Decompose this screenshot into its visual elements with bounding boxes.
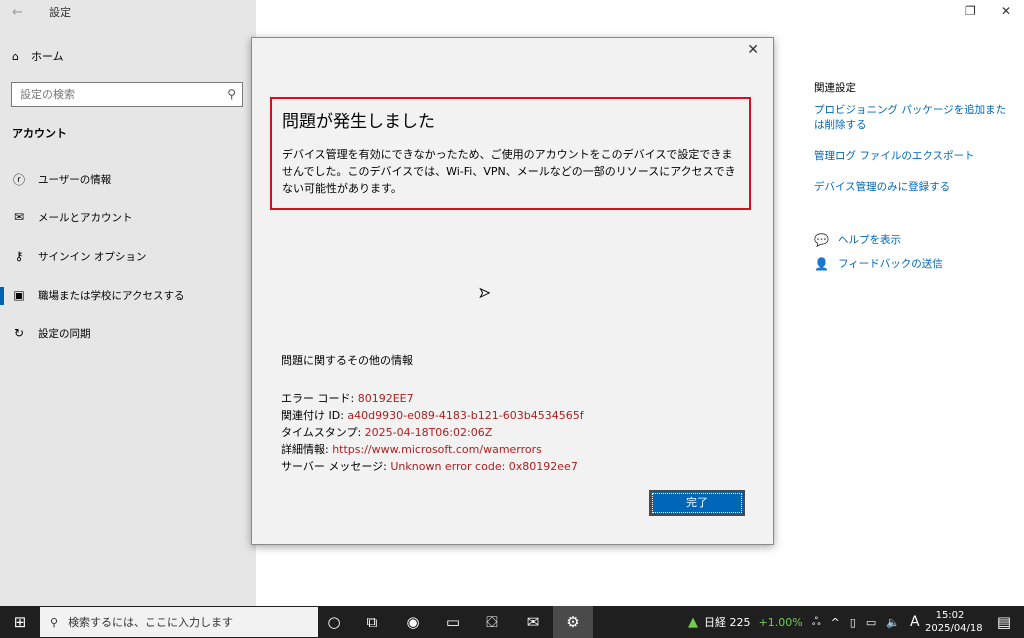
get-help-label: ヘルプを表示 <box>838 234 901 246</box>
server-message-label: サーバー メッセージ: <box>281 460 391 473</box>
correlation-id-value: a40d9930-e089-4183-b121-603b4534565f <box>347 409 584 422</box>
settings-sidebar: ← 設定 ⌂ ホーム ⚲ アカウント ⓡ ユーザーの情報 ✉ メールとアカウント… <box>0 0 256 606</box>
notification-icon[interactable]: ▤ <box>984 606 1024 638</box>
nav-user-info[interactable]: ⓡ ユーザーの情報 <box>0 165 256 193</box>
network-icon[interactable]: ▯ <box>850 616 856 629</box>
settings-app-icon[interactable]: ⚙ <box>553 606 593 638</box>
taskbar: ⊞ ⚲ 検索するには、ここに入力します ○ ⧉ ◉ ▭ ⛋ ✉ ⚙ ▲ 日経 2… <box>0 606 1024 638</box>
error-code-label: エラー コード: <box>281 392 358 405</box>
details-line: 詳細情報: https://www.microsoft.com/wamerror… <box>281 441 584 458</box>
windows-start-icon[interactable]: ⊞ <box>0 606 40 638</box>
taskbar-search-placeholder: 検索するには、ここに入力します <box>68 616 234 629</box>
link-provisioning-package[interactable]: プロビジョニング パッケージを追加または削除する <box>814 103 1014 133</box>
settings-search-box[interactable]: ⚲ <box>11 82 243 107</box>
timestamp-line: タイムスタンプ: 2025-04-18T06:02:06Z <box>281 424 584 441</box>
nav-access-work-school-label: 職場または学校にアクセスする <box>38 289 185 302</box>
nav-signin-options[interactable]: ⚷ サインイン オプション <box>0 242 256 270</box>
tray-icons: ஃ ^ ▯ ▭ 🔈 A <box>812 606 920 638</box>
clock[interactable]: 15:02 2025/04/18 <box>925 609 983 635</box>
mail-icon: ✉ <box>13 210 25 224</box>
error-code-value: 80192EE7 <box>357 392 414 405</box>
mail-app-icon[interactable]: ✉ <box>513 606 553 638</box>
more-info-heading: 問題に関するその他の情報 <box>281 354 413 367</box>
cortana-icon[interactable]: ○ <box>314 606 354 638</box>
window-title: 設定 <box>49 6 71 19</box>
correlation-id-label: 関連付け ID: <box>281 409 348 422</box>
close-window-icon[interactable]: ✕ <box>1001 4 1011 18</box>
file-explorer-icon[interactable]: ▭ <box>433 606 473 638</box>
related-settings: 関連設定 プロビジョニング パッケージを追加または削除する 管理ログ ファイルの… <box>814 80 1014 195</box>
section-heading: アカウント <box>12 127 67 140</box>
server-message-value: Unknown error code: 0x80192ee7 <box>390 460 578 473</box>
person-card-icon: ⓡ <box>12 172 25 187</box>
clock-date: 2025/04/18 <box>925 623 983 634</box>
nav-home[interactable]: ⌂ ホーム <box>12 48 64 64</box>
key-icon: ⚷ <box>14 249 24 263</box>
help-chat-icon: 💬 <box>814 232 829 247</box>
back-arrow-icon[interactable]: ← <box>12 5 23 20</box>
timestamp-label: タイムスタンプ: <box>281 426 365 439</box>
sync-icon: ↻ <box>13 326 25 340</box>
stock-chart-icon: ▲ <box>688 614 698 630</box>
close-icon[interactable]: ✕ <box>747 42 759 58</box>
timestamp-value: 2025-04-18T06:02:06Z <box>364 426 493 439</box>
feedback-label: フィードバックの送信 <box>838 258 943 270</box>
nav-user-info-label: ユーザーの情報 <box>38 173 112 186</box>
nav-sync-settings-label: 設定の同期 <box>38 327 91 340</box>
nav-email-accounts[interactable]: ✉ メールとアカウント <box>0 203 256 231</box>
chevron-up-icon[interactable]: ^ <box>831 616 840 629</box>
error-code-line: エラー コード: 80192EE7 <box>281 390 584 407</box>
error-dialog: ✕ 問題が発生しました デバイス管理を有効にできなかったため、ご使用のアカウント… <box>251 37 774 545</box>
taskbar-search-icon: ⚲ <box>50 615 59 629</box>
volume-icon[interactable]: 🔈 <box>886 616 900 629</box>
store-icon[interactable]: ⛋ <box>472 606 512 638</box>
details-label: 詳細情報: <box>281 443 333 456</box>
settings-search-input[interactable] <box>12 83 212 106</box>
nav-home-label: ホーム <box>30 50 64 63</box>
edge-icon[interactable]: ◉ <box>393 606 433 638</box>
nav-access-work-school[interactable]: ▣ 職場または学校にアクセスする <box>0 281 256 309</box>
error-title: 問題が発生しました <box>282 112 435 132</box>
nav-email-accounts-label: メールとアカウント <box>38 211 133 224</box>
people-icon[interactable]: ஃ <box>812 615 821 630</box>
search-icon[interactable]: ⚲ <box>227 87 236 101</box>
details-url[interactable]: https://www.microsoft.com/wamerrors <box>332 443 542 456</box>
stock-name: 日経 225 <box>704 616 751 629</box>
server-message-line: サーバー メッセージ: Unknown error code: 0x80192e… <box>281 458 584 475</box>
mouse-cursor-icon: ➤ <box>479 286 491 302</box>
stock-widget[interactable]: ▲ 日経 225 +1.00% <box>688 606 803 638</box>
related-settings-title: 関連設定 <box>814 82 856 94</box>
battery-icon[interactable]: ▭ <box>866 616 876 629</box>
nav-signin-options-label: サインイン オプション <box>38 250 147 263</box>
link-export-management-log[interactable]: 管理ログ ファイルのエクスポート <box>814 149 1014 164</box>
home-icon: ⌂ <box>12 49 19 63</box>
briefcase-icon: ▣ <box>13 288 25 302</box>
correlation-id-line: 関連付け ID: a40d9930-e089-4183-b121-603b453… <box>281 407 584 424</box>
stock-change: +1.00% <box>758 615 803 629</box>
feedback-icon: 👤 <box>814 256 829 271</box>
link-enroll-device-management[interactable]: デバイス管理のみに登録する <box>814 180 1014 195</box>
task-view-icon[interactable]: ⧉ <box>352 606 392 638</box>
ime-indicator[interactable]: A <box>910 614 920 630</box>
feedback-link[interactable]: 👤 フィードバックの送信 <box>814 256 943 271</box>
get-help-link[interactable]: 💬 ヘルプを表示 <box>814 232 901 247</box>
error-details: エラー コード: 80192EE7 関連付け ID: a40d9930-e089… <box>281 390 584 475</box>
taskbar-search[interactable]: ⚲ 検索するには、ここに入力します <box>40 607 318 637</box>
clock-time: 15:02 <box>935 610 965 621</box>
restore-icon[interactable]: ❐ <box>965 4 976 18</box>
error-message: デバイス管理を有効にできなかったため、ご使用のアカウントをこのデバイスで設定でき… <box>282 148 736 195</box>
error-highlight-box: 問題が発生しました デバイス管理を有効にできなかったため、ご使用のアカウントをこ… <box>270 97 751 210</box>
nav-sync-settings[interactable]: ↻ 設定の同期 <box>0 319 256 347</box>
done-button[interactable]: 完了 <box>649 490 745 516</box>
